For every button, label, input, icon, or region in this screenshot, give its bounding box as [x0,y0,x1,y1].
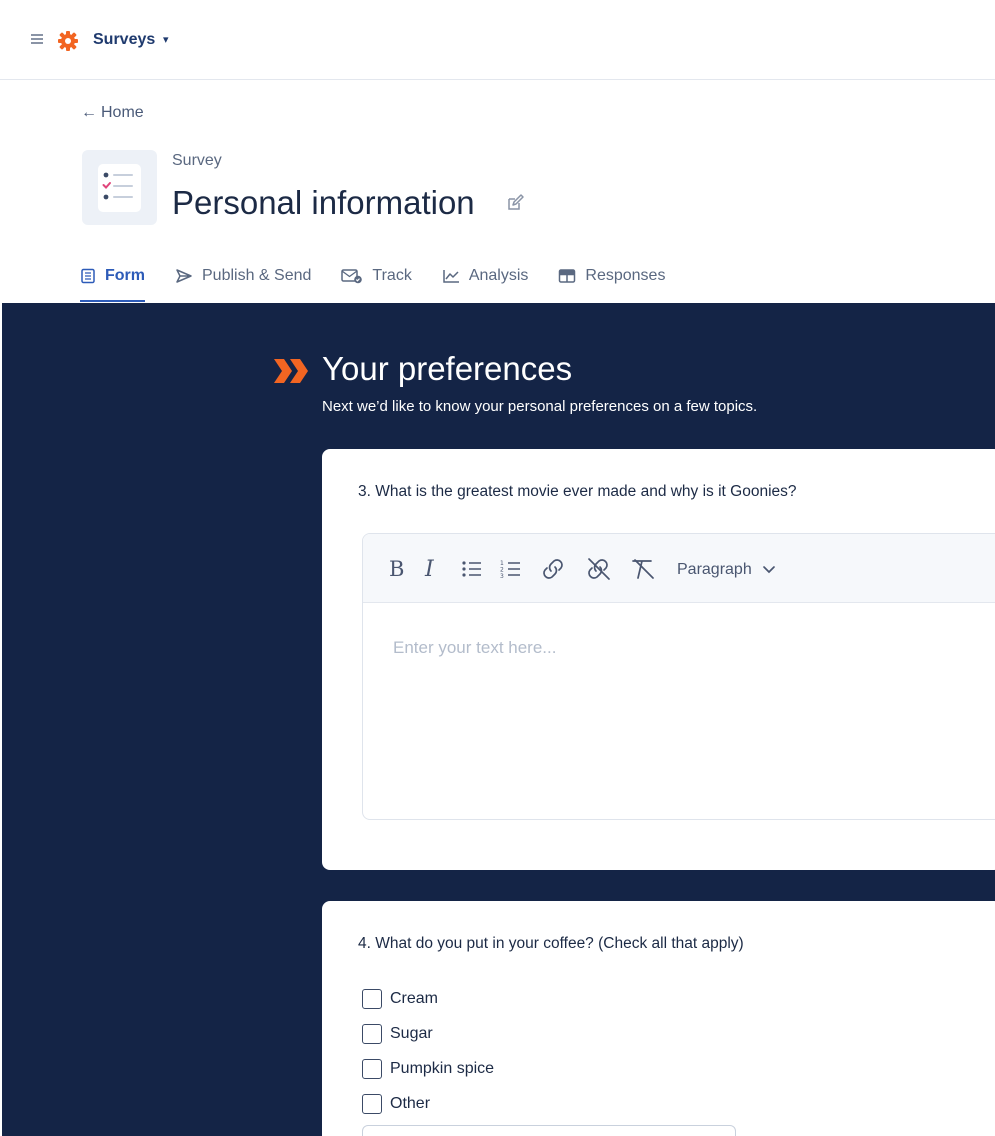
checkbox[interactable] [362,1094,382,1114]
paragraph-style-select[interactable]: Paragraph [677,561,776,579]
arrow-left-icon: ← [81,104,97,121]
checkbox[interactable] [362,1059,382,1079]
back-link-label: Home [101,104,144,121]
top-bar: Surveys ▾ [0,0,995,80]
menu-icon[interactable] [31,34,43,44]
tab-bar: Form Publish & Send Track Analysis Respo… [80,262,695,303]
question-text: 3. What is the greatest movie ever made … [358,483,797,500]
chevrons-icon [274,359,308,383]
checkbox-label: Sugar [390,1025,433,1042]
numbered-list-icon[interactable]: 1 2 3 [500,556,522,582]
brand-logo-icon[interactable] [57,30,79,52]
unlink-icon[interactable] [585,556,613,582]
survey-type-label: Survey [172,152,222,169]
survey-icon [82,150,157,225]
checkbox-option[interactable]: Other [362,1094,430,1114]
bullet-list-icon[interactable] [461,556,483,582]
tab-label: Form [105,267,145,284]
tab-label: Analysis [468,267,529,284]
editor-toolbar: B I 1 2 3 Paragraph [363,534,995,603]
table-icon [559,269,576,283]
question-text: 4. What do you put in your coffee? (Chec… [358,935,744,952]
link-icon[interactable] [540,556,566,582]
tab-label: Track [372,267,412,284]
track-icon [341,269,363,284]
checkbox-label: Other [390,1095,431,1112]
checkbox[interactable] [362,1024,382,1044]
section-title: Your preferences [322,350,573,387]
question-card-4: 4. What do you put in your coffee? (Chec… [322,901,995,1136]
form-icon [81,268,95,284]
bold-button[interactable]: B [389,556,404,582]
checkbox-label: Cream [390,990,439,1007]
tab-label: Publish & Send [202,267,312,284]
chevron-down-icon [762,566,775,574]
paragraph-style-label: Paragraph [677,561,752,578]
tab-form[interactable]: Form [80,262,145,302]
tab-publish-send[interactable]: Publish & Send [175,262,311,290]
editor-placeholder: Enter your text here... [393,638,557,657]
send-icon [176,269,192,283]
tab-analysis[interactable]: Analysis [442,262,529,290]
caret-down-icon[interactable]: ▾ [163,33,169,46]
app-switcher[interactable]: Surveys [93,31,155,49]
italic-button[interactable]: I [425,556,434,582]
checkbox-option[interactable]: Sugar [362,1024,433,1044]
tab-track[interactable]: Track [341,262,412,290]
page-title: Personal information [172,184,475,221]
clear-formatting-icon[interactable] [629,556,657,582]
analysis-icon [443,270,459,283]
edit-icon[interactable] [505,193,525,213]
checkbox-option[interactable]: Pumpkin spice [362,1059,494,1079]
rich-text-editor[interactable]: B I 1 2 3 Paragraph Enter your text here… [362,533,995,820]
question-card-3: 3. What is the greatest movie ever made … [322,449,995,870]
other-text-input[interactable] [362,1125,736,1136]
checkbox-option[interactable]: Cream [362,989,438,1009]
svg-text:3: 3 [500,573,504,580]
tab-responses[interactable]: Responses [558,262,665,290]
checkbox[interactable] [362,989,382,1009]
section-description: Next we’d like to know your personal pre… [322,398,758,415]
tab-label: Responses [585,267,666,284]
back-home-link[interactable]: ← Home [81,104,144,122]
checkbox-label: Pumpkin spice [390,1060,495,1077]
